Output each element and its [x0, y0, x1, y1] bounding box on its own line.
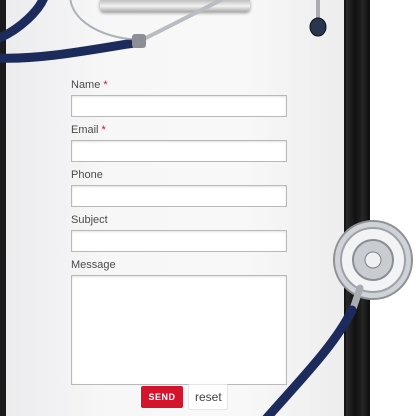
- clipboard-clip: [100, 0, 250, 12]
- name-label: Name *: [71, 79, 108, 91]
- message-textarea[interactable]: [71, 275, 287, 385]
- phone-input[interactable]: [71, 185, 287, 207]
- clipboard-edge: [346, 0, 370, 416]
- send-button[interactable]: SEND: [141, 386, 183, 408]
- email-input[interactable]: [71, 140, 287, 162]
- reset-button[interactable]: reset: [188, 384, 228, 410]
- contact-form: Name * Email * Phone Subject Message: [71, 78, 289, 385]
- phone-label: Phone: [71, 169, 103, 181]
- subject-input[interactable]: [71, 230, 287, 252]
- subject-label: Subject: [71, 214, 108, 226]
- required-marker: *: [101, 124, 106, 136]
- required-marker: *: [103, 79, 108, 91]
- name-input[interactable]: [71, 95, 287, 117]
- message-label: Message: [71, 259, 116, 271]
- email-label: Email *: [71, 124, 106, 136]
